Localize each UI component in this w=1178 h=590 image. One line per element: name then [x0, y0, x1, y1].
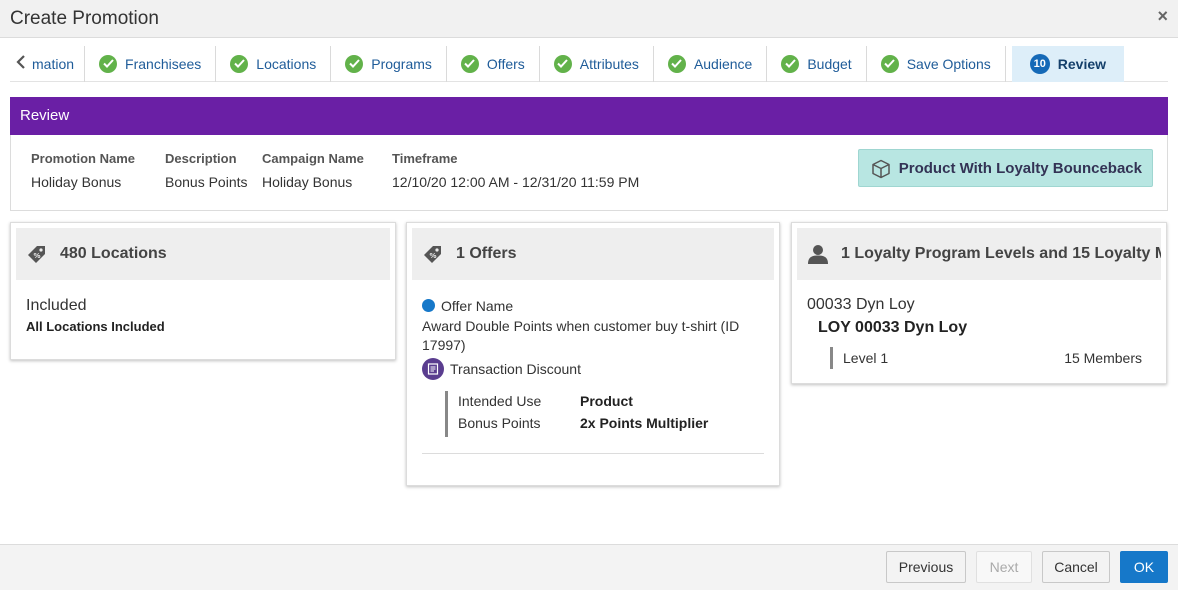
members-count: 15 Members	[1064, 350, 1142, 366]
step-label: Budget	[807, 55, 852, 72]
program-name: LOY 00033 Dyn Loy	[818, 319, 968, 336]
field-label: Timeframe	[392, 151, 458, 166]
offer-description: Award Double Points when customer buy t-…	[422, 318, 740, 353]
tag-icon: %	[422, 243, 444, 265]
detail-label: Intended Use	[458, 393, 542, 409]
dialog-title: Create Promotion	[10, 8, 159, 29]
locations-status: Included	[26, 297, 87, 314]
status-dot-icon	[422, 299, 435, 312]
step-attributes[interactable]: Attributes	[540, 45, 654, 82]
wizard-steps: mation Franchisees Locations Programs Of…	[10, 45, 1168, 82]
card-header: 1 Loyalty Program Levels and 15 Loyalty …	[797, 228, 1161, 280]
step-information[interactable]: mation	[10, 45, 86, 82]
campaign-name-field: Campaign Name Holiday Bonus	[262, 151, 364, 190]
discount-type-row: Transaction Discount	[422, 358, 581, 380]
detail-value: 2x Points Multiplier	[580, 415, 709, 431]
check-circle-icon	[667, 54, 686, 73]
timeframe-field: Timeframe 12/10/20 12:00 AM - 12/31/20 1…	[392, 151, 639, 190]
card-title: 1 Loyalty Program Levels and 15 Loyalty …	[841, 245, 1161, 262]
previous-button[interactable]: Previous	[886, 551, 966, 583]
offers-card: % 1 Offers Offer Name Award Double Point…	[406, 222, 780, 486]
close-icon[interactable]: ×	[1157, 6, 1168, 27]
chevron-left-icon[interactable]	[16, 53, 26, 74]
card-title: 480 Locations	[60, 245, 167, 262]
check-circle-icon	[99, 54, 118, 73]
offer-name-label: Offer Name	[441, 298, 514, 314]
promotion-summary: Promotion Name Holiday Bonus Description…	[10, 135, 1168, 211]
field-label: Campaign Name	[262, 151, 364, 166]
description-field: Description Bonus Points	[165, 151, 248, 190]
card-title: 1 Offers	[456, 245, 517, 262]
step-number-badge: 10	[1029, 53, 1050, 74]
locations-card: % 480 Locations Included All Locations I…	[10, 222, 396, 360]
promotion-name-field: Promotion Name Holiday Bonus	[31, 151, 135, 190]
step-locations[interactable]: Locations	[216, 45, 332, 82]
step-review[interactable]: 10 Review	[1011, 45, 1125, 82]
cube-icon	[871, 159, 891, 183]
detail-value: Product	[580, 393, 633, 409]
step-label: Locations	[256, 55, 317, 72]
field-value: Holiday Bonus	[262, 174, 353, 190]
step-save-options[interactable]: Save Options	[867, 45, 1006, 82]
person-icon	[807, 243, 829, 265]
promotion-type-label: Product With Loyalty Bounceback	[898, 159, 1142, 177]
dialog-titlebar: Create Promotion ×	[0, 0, 1178, 38]
discount-type-label: Transaction Discount	[450, 361, 581, 377]
next-button[interactable]: Next	[976, 551, 1032, 583]
detail-label: Bonus Points	[458, 415, 541, 431]
check-circle-icon	[230, 54, 249, 73]
step-label: Offers	[486, 55, 525, 72]
step-label: Franchisees	[125, 55, 202, 72]
check-circle-icon	[553, 54, 572, 73]
check-circle-icon	[345, 54, 364, 73]
field-value: 12/10/20 12:00 AM - 12/31/20 11:59 PM	[392, 174, 640, 190]
card-header: % 1 Offers	[412, 228, 774, 280]
svg-text:%: %	[34, 252, 41, 260]
check-circle-icon	[880, 54, 899, 73]
step-audience[interactable]: Audience	[654, 45, 768, 82]
field-label: Description	[165, 151, 237, 166]
receipt-icon	[422, 358, 444, 380]
cancel-button[interactable]: Cancel	[1042, 551, 1110, 583]
field-value: Holiday Bonus	[31, 174, 122, 190]
step-label: Review	[1057, 55, 1107, 72]
check-circle-icon	[781, 54, 800, 73]
loyalty-card: 1 Loyalty Program Levels and 15 Loyalty …	[791, 222, 1167, 384]
program-code: 00033 Dyn Loy	[807, 296, 915, 313]
detail-divider	[445, 391, 448, 437]
card-header: % 480 Locations	[16, 228, 390, 280]
step-franchisees[interactable]: Franchisees	[85, 45, 217, 82]
step-programs[interactable]: Programs	[331, 45, 447, 82]
dialog-footer: Previous Next Cancel OK	[0, 544, 1178, 590]
locations-detail: All Locations Included	[26, 319, 165, 334]
svg-text:%: %	[430, 252, 437, 260]
level-divider	[830, 347, 833, 369]
ok-button[interactable]: OK	[1120, 551, 1168, 583]
offer-name-row: Offer Name	[422, 298, 513, 314]
step-budget[interactable]: Budget	[767, 45, 867, 82]
step-offers[interactable]: Offers	[447, 45, 540, 82]
step-label: Programs	[371, 55, 432, 72]
check-circle-icon	[460, 54, 479, 73]
review-header: Review	[10, 97, 1168, 135]
step-label: Audience	[693, 55, 753, 72]
field-value: Bonus Points	[165, 174, 248, 190]
step-label: Attributes	[579, 55, 639, 72]
step-label: Save Options	[906, 55, 991, 72]
field-label: Promotion Name	[31, 151, 136, 166]
tag-icon: %	[26, 243, 48, 265]
offer-separator	[422, 453, 764, 454]
level-label: Level 1	[843, 350, 889, 366]
step-label: mation	[32, 55, 75, 72]
promotion-type-badge: Product With Loyalty Bounceback	[857, 149, 1153, 187]
